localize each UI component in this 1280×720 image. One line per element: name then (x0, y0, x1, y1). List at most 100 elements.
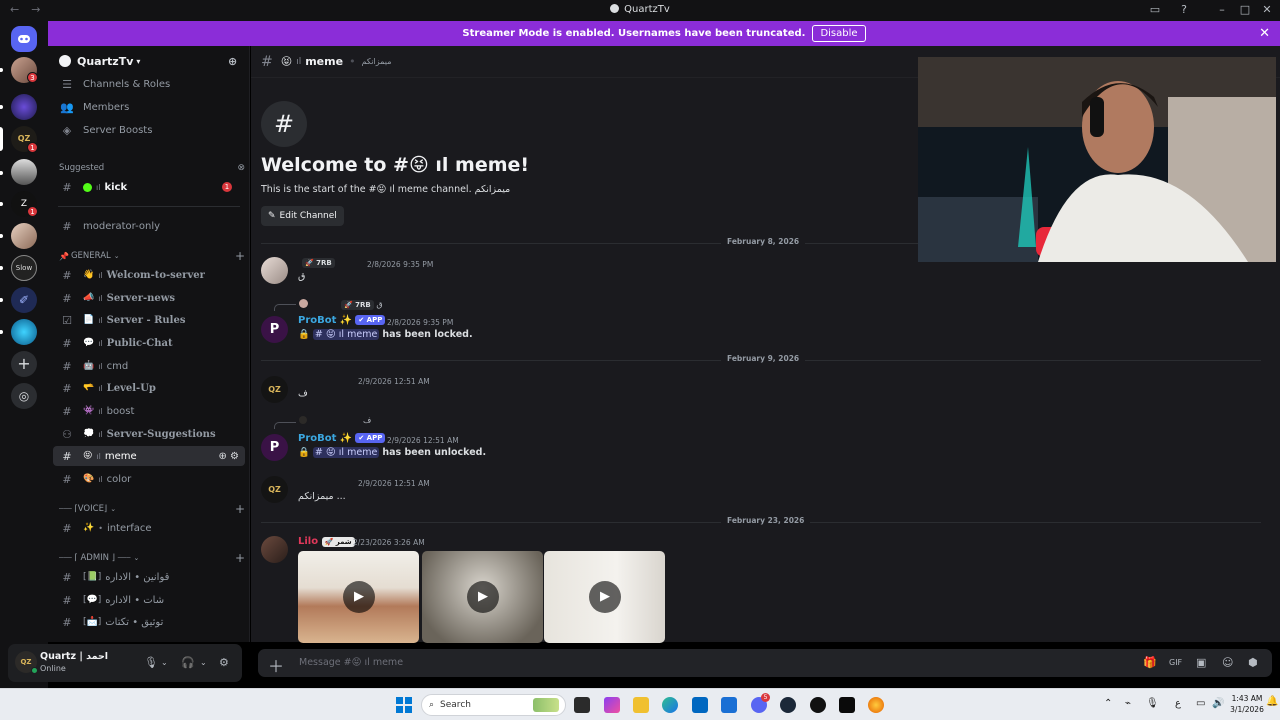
apps-icon[interactable]: ⬢ (1248, 656, 1258, 669)
task-view-icon[interactable] (574, 697, 590, 713)
category-general[interactable]: 📌 GENERAL ⌄ + (59, 249, 245, 263)
sidebar-item-members[interactable]: 👥 Members (53, 97, 245, 117)
sticker-icon[interactable]: ▣ (1196, 656, 1206, 669)
system-clock[interactable]: 1:43 AM 3/1/2026 (1226, 693, 1268, 715)
sidebar-item-server-boosts[interactable]: ◈ Server Boosts (53, 120, 245, 140)
sidebar-item-admin-chat[interactable]: # [💬] شات • الاداره (53, 590, 245, 610)
obs-icon[interactable] (810, 697, 826, 713)
sidebar-item-server-suggestions[interactable]: ⚇ 💭 ıl Server-Suggestions (53, 424, 245, 444)
back-arrow-icon[interactable]: ← (10, 3, 19, 16)
message-author[interactable]: 🚀 7RB (298, 258, 335, 268)
channel-mention[interactable]: # 😝 ıl meme (312, 447, 380, 458)
message-input[interactable]: Message #😝 ıl meme (299, 657, 403, 668)
create-channel-icon[interactable]: + (235, 502, 245, 516)
widgets-icon[interactable] (604, 697, 620, 713)
create-invite-icon[interactable]: ⊕ (218, 451, 226, 462)
message-author[interactable]: ProBot ✨ ✔ APP (298, 315, 386, 326)
sidebar-item-public-chat[interactable]: # 💬 ıl Public-Chat (53, 333, 245, 353)
steam-icon[interactable] (780, 697, 796, 713)
language-indicator[interactable]: ع (1175, 698, 1181, 709)
gear-icon[interactable]: ⚙ (219, 656, 229, 669)
store-icon[interactable] (692, 697, 708, 713)
create-channel-icon[interactable]: + (235, 249, 245, 263)
disable-streamer-mode-button[interactable]: Disable (812, 25, 866, 42)
sidebar-item-welcome[interactable]: # 👋 ıl Welcom-to-server (53, 265, 245, 285)
windows-start-icon[interactable] (396, 697, 412, 713)
video-attachment[interactable]: ▶ (544, 551, 665, 643)
play-icon[interactable]: ▶ (589, 581, 621, 613)
sidebar-item-server-news[interactable]: # 📣 ıl Server-news (53, 288, 245, 308)
inbox-icon[interactable]: ▭ (1147, 3, 1163, 17)
reply-preview[interactable]: ف (299, 416, 371, 425)
sidebar-item-admin-rules[interactable]: # [📗] قوانين • الاداره (53, 567, 245, 587)
minimize-button[interactable]: – (1214, 3, 1230, 17)
probot-avatar[interactable]: P (261, 434, 288, 461)
microphone-icon[interactable]: 🎙 (144, 656, 158, 669)
avatar[interactable] (261, 257, 288, 284)
add-server-icon[interactable]: + (11, 351, 37, 377)
firefox-icon[interactable] (868, 697, 884, 713)
server-icon[interactable] (11, 223, 37, 249)
file-explorer-icon[interactable] (633, 697, 649, 713)
gear-icon[interactable]: ⚙ (230, 451, 239, 462)
invite-people-icon[interactable]: ⊕ (228, 55, 240, 68)
server-icon[interactable] (11, 319, 37, 345)
edge-icon[interactable] (662, 697, 678, 713)
play-icon[interactable]: ▶ (467, 581, 499, 613)
category-admin[interactable]: ⎯⎯⎯ ⌈ ADMIN ⌋ ⎯⎯⎯ ⌄ + (59, 551, 245, 565)
avatar[interactable]: QZ (261, 476, 288, 503)
chevron-up-icon[interactable]: ⌃ (1104, 698, 1112, 709)
notifications-bell-icon[interactable]: 🔔 (1266, 696, 1278, 707)
create-channel-icon[interactable]: + (235, 551, 245, 565)
reply-preview[interactable]: 🚀 7RB ق (299, 299, 383, 310)
sidebar-item-meme[interactable]: # 😝 ıl meme ⊕ ⚙ (53, 446, 245, 466)
avatar[interactable]: QZ (261, 376, 288, 403)
server-icon[interactable] (11, 159, 37, 185)
display-icon[interactable]: ▭ (1196, 698, 1205, 709)
sidebar-item-cmd[interactable]: # 🤖 ıl cmd (53, 356, 245, 376)
username[interactable]: Quartz | احمد (40, 651, 108, 662)
close-banner-icon[interactable]: ✕ (1259, 26, 1270, 41)
maximize-button[interactable]: □ (1237, 3, 1253, 17)
sidebar-item-interface[interactable]: # ✨ • interface (53, 518, 245, 538)
sidebar-item-channels-roles[interactable]: ☰ Channels & Roles (53, 74, 245, 94)
microphone-icon[interactable]: 🎙 (1146, 698, 1159, 709)
category-voice[interactable]: ⎯⎯⎯ ⌈VOICE⌋ ⌄ + (59, 502, 245, 516)
message-author[interactable]: Lilo 🚀 شمر (298, 536, 355, 547)
server-icon[interactable]: ✐ (11, 287, 37, 313)
play-icon[interactable]: ▶ (343, 581, 375, 613)
video-attachment[interactable]: ▶ (422, 551, 543, 643)
volume-icon[interactable]: 🔊 (1212, 698, 1224, 709)
message-author[interactable]: ProBot ✨ ✔ APP (298, 433, 386, 444)
sidebar-item-server-rules[interactable]: ☑ 📄 ıl Server - Rules (53, 310, 245, 330)
chevron-down-icon[interactable]: ⌄ (200, 658, 207, 667)
server-header[interactable]: QuartzTv ▾ ⊕ (48, 46, 250, 76)
chevron-down-icon[interactable]: ⌄ (161, 658, 168, 667)
sidebar-item-moderator-only[interactable]: # moderator-only (53, 216, 245, 236)
avatar[interactable] (261, 536, 288, 563)
channel-mention[interactable]: # 😝 ıl meme (312, 329, 380, 340)
sidebar-item-admin-tickets[interactable]: # [📩] توثيق • تكتات (53, 612, 245, 632)
forward-arrow-icon[interactable]: → (31, 3, 40, 16)
video-attachment[interactable]: ▶ (298, 551, 419, 643)
discord-home-icon[interactable] (11, 26, 37, 52)
server-icon[interactable]: Slow (11, 255, 37, 281)
sidebar-item-level-up[interactable]: # 🫳 ıl Level-Up (53, 378, 245, 398)
dismiss-suggested-icon[interactable]: ⊗ (237, 163, 245, 173)
emoji-icon[interactable]: ☺ (1222, 656, 1233, 669)
taskbar-search[interactable]: ⌕ Search (421, 694, 566, 716)
discover-icon[interactable]: ◎ (11, 383, 37, 409)
server-icon[interactable] (11, 94, 37, 120)
attach-plus-button[interactable]: ＋ (268, 653, 284, 677)
sidebar-item-color[interactable]: # 🎨 ıl color (53, 469, 245, 489)
network-icon[interactable]: ⌁ (1125, 698, 1131, 709)
probot-avatar[interactable]: P (261, 316, 288, 343)
edit-channel-button[interactable]: ✎ Edit Channel (261, 206, 344, 226)
sidebar-item-kick[interactable]: # ıl kick 1 (53, 177, 245, 197)
gift-icon[interactable]: 🎁 (1143, 656, 1157, 669)
gif-icon[interactable]: GIF (1169, 658, 1182, 667)
sidebar-item-boost[interactable]: # 👾 ıl boost (53, 401, 245, 421)
headphones-icon[interactable]: 🎧 (181, 656, 195, 669)
outlook-icon[interactable] (721, 697, 737, 713)
help-icon[interactable]: ? (1176, 3, 1192, 17)
